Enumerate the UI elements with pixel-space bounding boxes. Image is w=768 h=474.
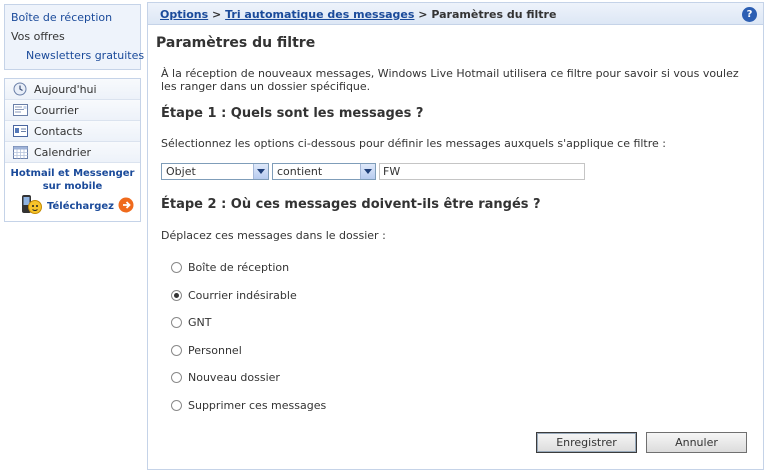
breadcrumb-auto-sort[interactable]: Tri automatique des messages <box>225 8 414 21</box>
sidebar-item-contacts[interactable]: Contacts <box>5 121 140 142</box>
download-label: Téléchargez <box>47 201 114 212</box>
promo-title: Hotmail et Messenger sur mobile <box>10 168 135 192</box>
sidebar-item-label: Contacts <box>34 124 83 138</box>
operator-select[interactable]: contient <box>272 163 376 180</box>
folder-option-new-folder[interactable]: Nouveau dossier <box>171 371 280 384</box>
folder-option-gnt[interactable]: GNT <box>171 316 211 329</box>
step2-description: Déplacez ces messages dans le dossier : <box>161 229 386 242</box>
clock-icon <box>12 82 28 96</box>
radio-button[interactable] <box>171 345 182 356</box>
sidebar-item-label: Courrier <box>34 103 79 117</box>
sidebar-item-label: Calendrier <box>34 145 92 159</box>
field-select[interactable]: Objet <box>161 163 269 180</box>
breadcrumb-separator: > <box>212 8 222 21</box>
sidebar-item-mail[interactable]: Courrier <box>5 100 140 121</box>
folder-option-inbox[interactable]: Boîte de réception <box>171 261 289 274</box>
radio-button[interactable] <box>171 400 182 411</box>
radio-button-selected[interactable] <box>171 290 182 301</box>
help-icon[interactable]: ? <box>742 7 757 22</box>
breadcrumb-current: Paramètres du filtre <box>431 8 557 21</box>
folder-option-junk[interactable]: Courrier indésirable <box>171 289 297 302</box>
folder-option-personal[interactable]: Personnel <box>171 344 242 357</box>
sidebar-top-links: Boîte de réception Vos offres Newsletter… <box>4 4 144 70</box>
inbox-link[interactable]: Boîte de réception <box>11 11 112 24</box>
main-panel: Options > Tri automatique des messages >… <box>147 2 764 470</box>
radio-button[interactable] <box>171 372 182 383</box>
radio-button[interactable] <box>171 262 182 273</box>
page-title: Paramètres du filtre <box>156 35 316 51</box>
newsletters-link[interactable]: Newsletters gratuites <box>26 49 144 62</box>
sidebar-item-label: Aujourd'hui <box>34 82 97 96</box>
chevron-down-icon <box>253 164 268 179</box>
breadcrumb-options[interactable]: Options <box>160 8 208 21</box>
step1-description: Sélectionnez les options ci-dessous pour… <box>161 137 667 150</box>
messenger-buddy-icon <box>21 194 43 219</box>
mobile-promo[interactable]: Hotmail et Messenger sur mobile Téléchar… <box>5 163 140 221</box>
promo-download[interactable]: Téléchargez <box>21 194 134 219</box>
save-button[interactable]: Enregistrer <box>536 432 637 453</box>
offers-label[interactable]: Vos offres <box>11 30 65 43</box>
folder-option-delete[interactable]: Supprimer ces messages <box>171 399 326 412</box>
step2-heading: Étape 2 : Où ces messages doivent-ils êt… <box>161 197 541 212</box>
breadcrumb: Options > Tri automatique des messages >… <box>148 2 763 25</box>
intro-text: À la réception de nouveaux messages, Win… <box>161 67 739 93</box>
sidebar-item-calendar[interactable]: Calendrier <box>5 142 140 163</box>
step1-heading: Étape 1 : Quels sont les messages ? <box>161 106 424 121</box>
filter-value-input[interactable]: FW <box>379 163 585 180</box>
sidebar: Boîte de réception Vos offres Newsletter… <box>4 4 144 222</box>
mail-icon <box>12 103 28 117</box>
radio-button[interactable] <box>171 317 182 328</box>
cancel-button[interactable]: Annuler <box>646 432 747 453</box>
calendar-icon <box>12 145 28 159</box>
sidebar-nav: Aujourd'hui Courrier Contacts Calendrier… <box>4 78 141 222</box>
contacts-card-icon <box>12 124 28 138</box>
chevron-down-icon <box>360 164 375 179</box>
arrow-right-icon <box>118 197 134 216</box>
breadcrumb-separator: > <box>418 8 428 21</box>
sidebar-item-today[interactable]: Aujourd'hui <box>5 79 140 100</box>
